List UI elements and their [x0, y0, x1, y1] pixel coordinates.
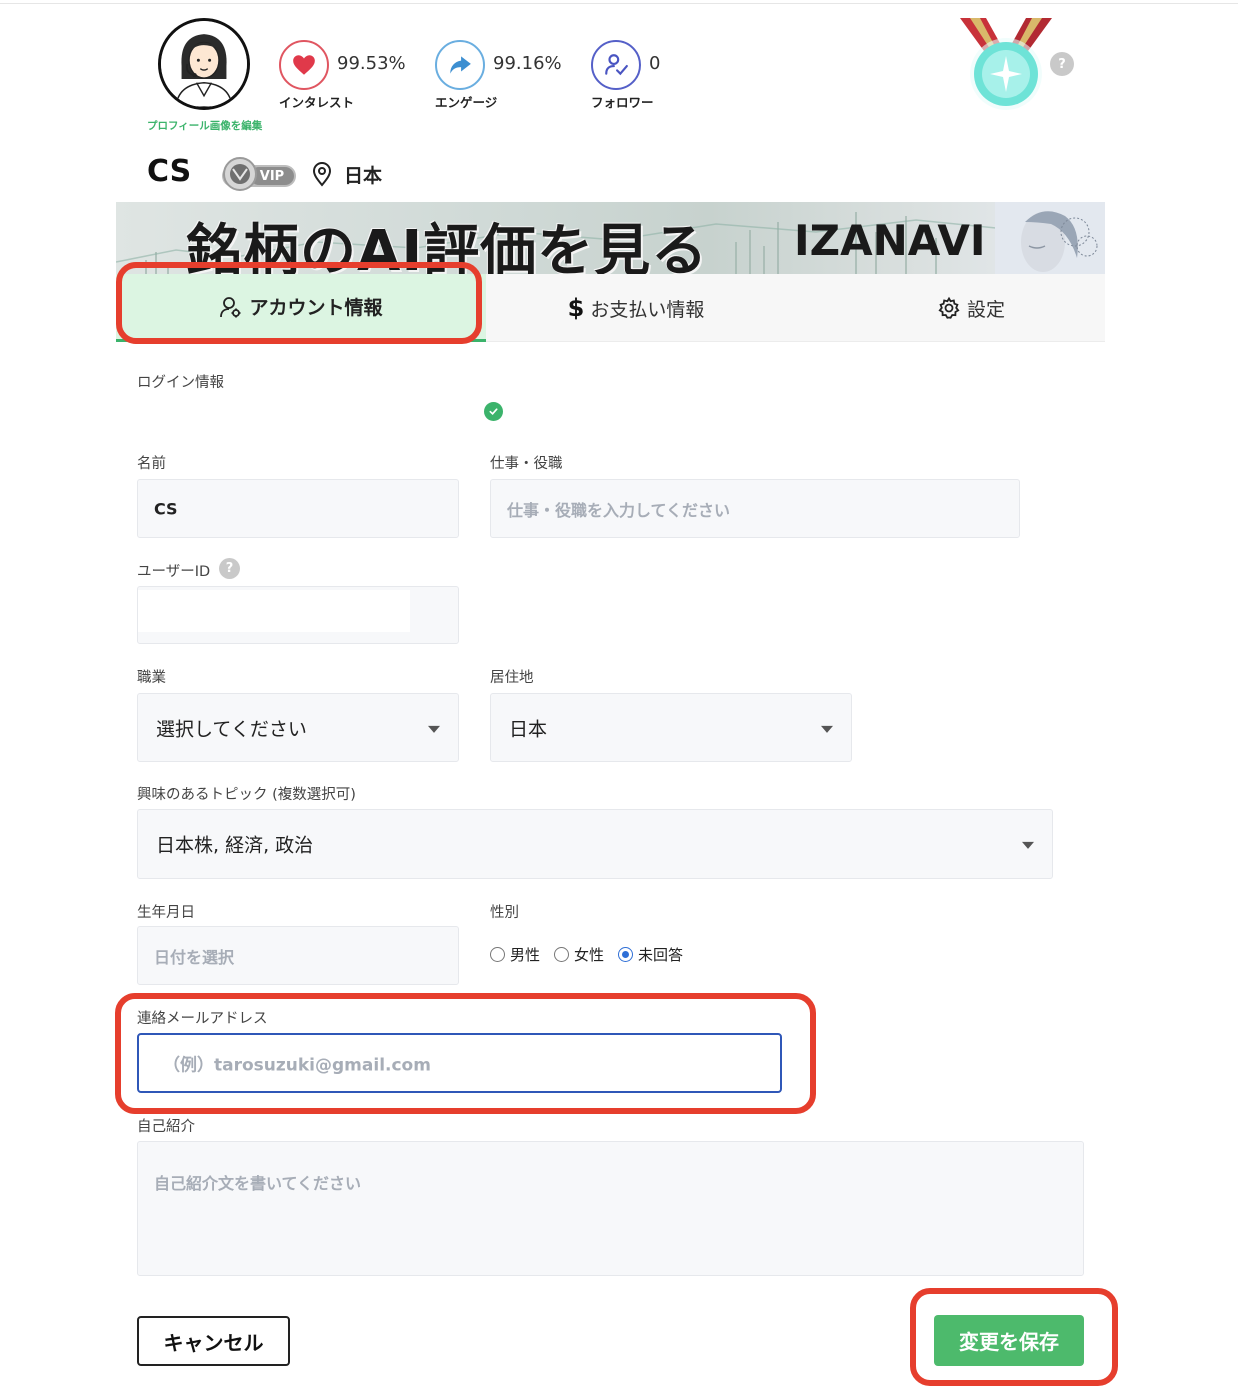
job-title-field[interactable]: 仕事・役職を入力してください — [490, 479, 1020, 538]
occupation-label: 職業 — [137, 670, 166, 686]
user-id-help-icon[interactable]: ? — [219, 558, 240, 579]
edit-profile-photo-link[interactable]: プロフィール画像を編集 — [147, 118, 262, 133]
gender-radio-group: 男性 女性 未回答 — [490, 944, 697, 965]
location-text: 日本 — [344, 165, 383, 187]
interest-label: インタレスト — [279, 95, 355, 110]
user-id-redacted — [138, 590, 410, 632]
dollar-icon: $ — [567, 294, 585, 322]
name-value: CS — [154, 499, 178, 518]
location-pin-icon — [312, 162, 332, 187]
top-divider — [0, 0, 1238, 4]
save-changes-button[interactable]: 変更を保存 — [934, 1315, 1084, 1366]
username: CS — [147, 154, 192, 189]
chevron-down-icon — [821, 725, 833, 733]
tab-payment-label: お支払い情報 — [590, 298, 705, 321]
avatar-illustration — [161, 21, 247, 107]
job-title-placeholder: 仕事・役職を入力してください — [507, 500, 731, 520]
tab-account-label: アカウント情報 — [249, 297, 383, 319]
bio-placeholder: 自己紹介文を書いてください — [154, 1174, 362, 1193]
job-title-label: 仕事・役職 — [490, 456, 563, 472]
avatar[interactable] — [158, 18, 250, 110]
gear-icon — [938, 296, 960, 319]
radio-circle-selected[interactable] — [618, 947, 634, 962]
topics-value: 日本株, 経済, 政治 — [156, 834, 314, 857]
tab-payment-info[interactable]: $ お支払い情報 — [486, 274, 786, 342]
followers-label: フォロワー — [591, 95, 654, 110]
gender-label: 性別 — [490, 905, 519, 921]
vip-badge: VIP — [222, 157, 296, 191]
engage-value: 99.16% — [493, 53, 562, 74]
heart-icon — [279, 40, 329, 90]
birthday-placeholder: 日付を選択 — [154, 947, 235, 967]
banner-brand: IZANAVI — [794, 216, 986, 265]
login-info-label: ログイン情報 — [137, 375, 224, 391]
tab-account-info[interactable]: アカウント情報 — [116, 274, 486, 342]
tab-bar: アカウント情報 $ お支払い情報 設定 — [116, 274, 1105, 342]
gender-female-label: 女性 — [574, 946, 605, 964]
radio-circle[interactable] — [554, 947, 570, 962]
medal-help-icon[interactable]: ? — [1050, 52, 1074, 76]
gender-female-radio[interactable]: 女性 — [554, 944, 604, 965]
email-input[interactable]: （例）tarosuzuki@gmail.com — [137, 1033, 782, 1093]
bio-label: 自己紹介 — [137, 1119, 195, 1135]
email-placeholder: （例）tarosuzuki@gmail.com — [163, 1055, 431, 1076]
ai-face-illustration — [995, 202, 1105, 274]
promo-banner[interactable]: 銘柄のAI評価を見る IZANAVI — [116, 202, 1105, 274]
email-label: 連絡メールアドレス — [137, 1011, 268, 1027]
residence-value: 日本 — [509, 718, 548, 740]
gender-no-answer-label: 未回答 — [638, 946, 684, 964]
chevron-down-icon — [428, 725, 440, 733]
medal-icon — [960, 18, 1052, 110]
user-gear-icon — [220, 296, 241, 317]
birthday-field[interactable]: 日付を選択 — [137, 926, 459, 985]
banner-headline: 銘柄のAI評価を見る — [186, 219, 709, 274]
tab-settings-label: 設定 — [966, 298, 1005, 321]
followers-value: 0 — [649, 53, 661, 74]
engage-label: エンゲージ — [435, 95, 498, 110]
gender-no-answer-radio[interactable]: 未回答 — [618, 944, 683, 965]
verified-check-icon — [484, 402, 503, 421]
share-arrow-icon — [435, 40, 485, 90]
occupation-select[interactable]: 選択してください — [137, 693, 459, 762]
gender-male-label: 男性 — [510, 946, 541, 964]
name-field[interactable]: CS — [137, 479, 459, 538]
user-id-label: ユーザーID — [137, 564, 211, 580]
occupation-value: 選択してください — [156, 718, 307, 740]
bio-textarea[interactable]: 自己紹介文を書いてください — [137, 1141, 1084, 1276]
tab-settings[interactable]: 設定 — [836, 274, 1106, 342]
residence-label: 居住地 — [490, 670, 534, 686]
birthday-label: 生年月日 — [137, 905, 195, 921]
gender-male-radio[interactable]: 男性 — [490, 944, 540, 965]
topics-label: 興味のあるトピック (複数選択可) — [137, 787, 356, 803]
name-label: 名前 — [137, 456, 166, 472]
user-check-icon — [591, 40, 641, 90]
cancel-button[interactable]: キャンセル — [137, 1316, 290, 1366]
vip-badge-text: VIP — [260, 169, 284, 184]
chevron-down-icon — [1022, 841, 1034, 849]
residence-select[interactable]: 日本 — [490, 693, 852, 762]
radio-circle[interactable] — [490, 947, 505, 962]
topics-select[interactable]: 日本株, 経済, 政治 — [137, 809, 1053, 879]
interest-value: 99.53% — [337, 53, 406, 74]
